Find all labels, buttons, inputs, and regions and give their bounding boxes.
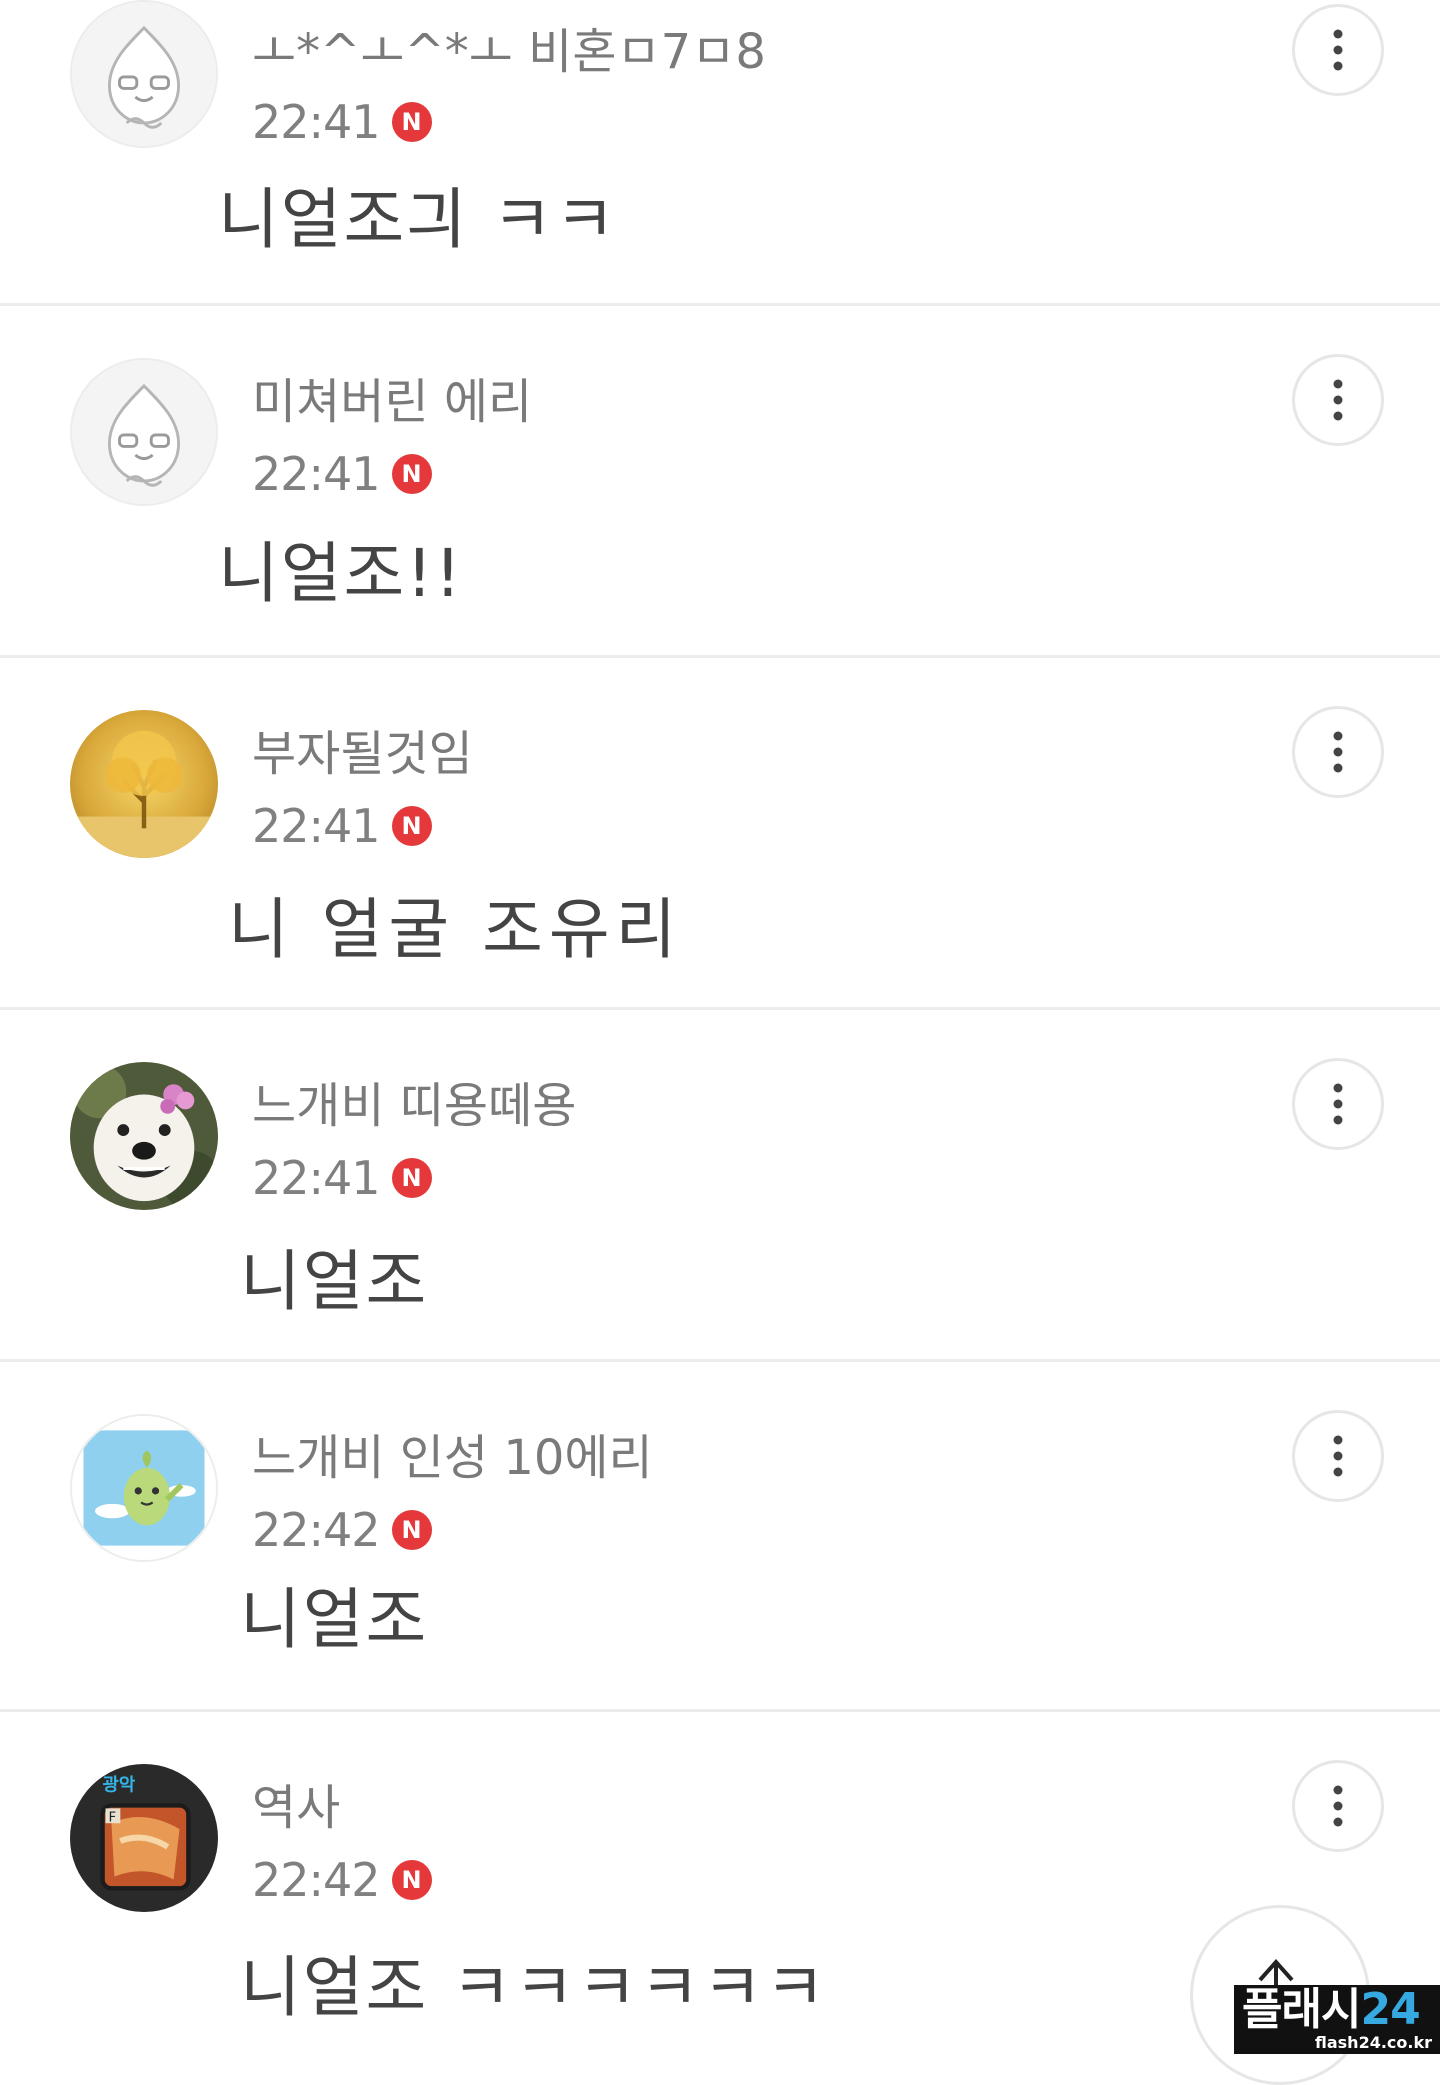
- smiling-dog-avatar-icon[interactable]: [70, 1062, 218, 1210]
- more-vertical-icon: [1333, 1435, 1343, 1477]
- comment-meta: 22:42 N: [252, 1848, 432, 1912]
- comment-nickname[interactable]: ㅗ*^ㅗ^*ㅗ 비혼ㅁ7ㅁ8: [252, 20, 766, 84]
- new-badge: N: [391, 102, 432, 142]
- comment-content: 니얼조: [240, 1243, 429, 1320]
- comment-time: 22:41: [252, 447, 381, 501]
- new-badge: N: [391, 1860, 432, 1900]
- new-badge: N: [391, 454, 432, 494]
- comment-time: 22:41: [252, 799, 381, 853]
- comment-item: 미쳐버린 에리 22:41 N 니얼조!!: [0, 306, 1440, 658]
- avatar-label: 광악: [103, 1775, 136, 1796]
- peach-face-avatar-icon[interactable]: [70, 358, 218, 506]
- comment-nickname[interactable]: 부자될것임: [252, 722, 473, 786]
- comment-nickname[interactable]: 역사: [252, 1776, 340, 1840]
- comment-content: 니얼조 ㅋㅋㅋㅋㅋㅋ: [240, 1949, 828, 2026]
- more-vertical-icon: [1333, 1785, 1343, 1827]
- comment-meta: 22:41 N: [252, 794, 432, 858]
- comment-meta: 22:41 N: [252, 442, 432, 506]
- watermark-url: flash24.co.kr: [1315, 2033, 1432, 2052]
- comment-content: 니얼조: [240, 1581, 429, 1658]
- more-options-button[interactable]: [1292, 4, 1384, 96]
- more-options-button[interactable]: [1292, 354, 1384, 446]
- new-badge: N: [391, 806, 432, 846]
- more-vertical-icon: [1333, 379, 1343, 421]
- comment-content: 니얼조!!: [218, 535, 464, 612]
- comment-content: 니얼조긔 ㅋㅋ: [218, 181, 618, 258]
- comment-meta: 22:42 N: [252, 1498, 432, 1562]
- new-badge: N: [391, 1510, 432, 1550]
- watermark-logo: 플래시24 flash24.co.kr: [1234, 1985, 1440, 2054]
- game-art-avatar-icon[interactable]: 광악 F: [70, 1764, 218, 1912]
- comment-meta: 22:41 N: [252, 90, 432, 154]
- more-options-button[interactable]: [1292, 1410, 1384, 1502]
- more-vertical-icon: [1333, 29, 1343, 71]
- comment-time: 22:41: [252, 95, 381, 149]
- comment-item: 느개비 인성 10에리 22:42 N 니얼조: [0, 1362, 1440, 1712]
- comment-nickname[interactable]: 느개비 띠용떼용: [252, 1074, 576, 1138]
- svg-text:F: F: [108, 1811, 116, 1826]
- more-options-button[interactable]: [1292, 706, 1384, 798]
- new-badge: N: [391, 1158, 432, 1198]
- peach-face-avatar-icon[interactable]: [70, 0, 218, 148]
- comment-nickname[interactable]: 느개비 인성 10에리: [252, 1426, 653, 1490]
- comment-content: 니 얼굴 조유리: [228, 891, 683, 968]
- comment-item: 느개비 띠용떼용 22:41 N 니얼조: [0, 1010, 1440, 1362]
- golden-tree-avatar-icon[interactable]: [70, 710, 218, 858]
- comment-time: 22:42: [252, 1503, 381, 1557]
- comment-meta: 22:41 N: [252, 1146, 432, 1210]
- green-bird-avatar-icon[interactable]: [70, 1414, 218, 1562]
- more-options-button[interactable]: [1292, 1760, 1384, 1852]
- comment-nickname[interactable]: 미쳐버린 에리: [252, 370, 532, 434]
- comment-item: ㅗ*^ㅗ^*ㅗ 비혼ㅁ7ㅁ8 22:41 N 니얼조긔 ㅋㅋ: [0, 0, 1440, 306]
- comment-item: 부자될것임 22:41 N 니 얼굴 조유리: [0, 658, 1440, 1010]
- comment-time: 22:42: [252, 1853, 381, 1907]
- more-options-button[interactable]: [1292, 1058, 1384, 1150]
- watermark-main-text: 플래시24: [1242, 1984, 1421, 2035]
- more-vertical-icon: [1333, 1083, 1343, 1125]
- more-vertical-icon: [1333, 731, 1343, 773]
- comment-time: 22:41: [252, 1151, 381, 1205]
